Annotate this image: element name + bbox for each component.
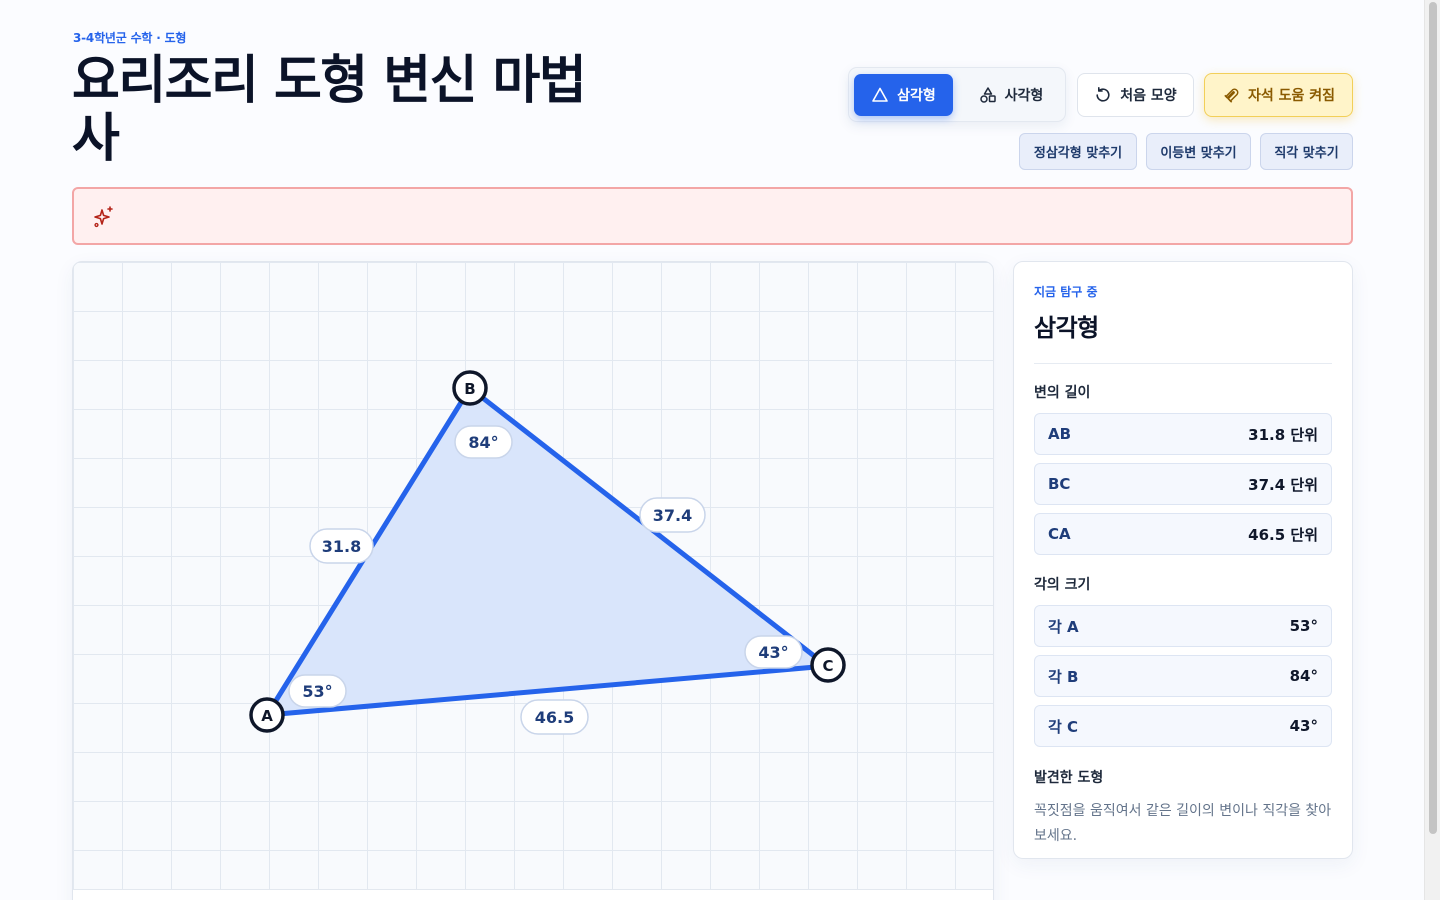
rotate-ccw-icon [1096, 87, 1110, 102]
vertex-handle-c[interactable]: C [810, 647, 846, 683]
angle-row-a: 각 A 53° [1034, 605, 1332, 647]
found-shapes-text: 꼭짓점을 움직여서 같은 길이의 변이나 직각을 찾아보세요. [1034, 803, 1332, 844]
canvas-footer [73, 889, 993, 900]
panel-divider [1034, 363, 1332, 364]
svg-text:A: A [261, 707, 273, 725]
svg-text:31.8: 31.8 [322, 537, 361, 556]
svg-text:43°: 43° [758, 643, 788, 662]
angle-label-c: 43° [744, 635, 803, 669]
panel-eyebrow: 지금 탐구 중 [1034, 285, 1098, 299]
mode-triangle-label: 삼각형 [897, 88, 936, 104]
angle-row-c: 각 C 43° [1034, 705, 1332, 747]
info-panel: 지금 탐구 중 삼각형 변의 길이 AB 31.8 단위 BC 37.4 단위 … [1013, 261, 1353, 859]
mode-quadrilateral-label: 사각형 [1004, 88, 1044, 104]
panel-title: 삼각형 [1034, 314, 1099, 342]
angle-value: 43° [1289, 717, 1318, 735]
vertex-handle-a[interactable]: A [249, 697, 285, 733]
page-title: 요리조리 도형 변신 마법사 [72, 51, 587, 169]
angle-label-b: 84° [454, 425, 513, 459]
chip-equilateral[interactable]: 정삼각형 맞추기 [1019, 133, 1137, 170]
side-value: 46.5 단위 [1248, 525, 1318, 544]
edge-label-ab: 31.8 [309, 528, 374, 564]
side-name: BC [1048, 475, 1071, 493]
side-value: 31.8 단위 [1248, 425, 1318, 444]
found-section-label: 발견한 도형 [1034, 770, 1104, 786]
angle-row-b: 각 B 84° [1034, 655, 1332, 697]
edge-label-bc: 37.4 [639, 497, 706, 533]
magnet-icon [1224, 88, 1239, 103]
svg-text:46.5: 46.5 [535, 708, 574, 727]
side-row-ab: AB 31.8 단위 [1034, 413, 1332, 455]
angle-label-a: 53° [288, 674, 347, 708]
shapes-icon [979, 87, 996, 103]
svg-text:84°: 84° [468, 433, 498, 452]
angle-value: 84° [1289, 667, 1318, 685]
chip-right-angle[interactable]: 직각 맞추기 [1260, 133, 1353, 170]
sides-section-label: 변의 길이 [1034, 385, 1091, 401]
magnet-toggle-label: 자석 도움 켜짐 [1247, 88, 1336, 104]
triangle-icon [872, 87, 888, 102]
magnet-toggle-button[interactable]: 자석 도움 켜짐 [1204, 73, 1353, 117]
chip-isosceles[interactable]: 이등변 맞추기 [1146, 133, 1251, 170]
page-scrollbar[interactable] [1424, 0, 1440, 900]
angle-name: 각 A [1048, 617, 1079, 636]
svg-text:C: C [822, 657, 833, 675]
mode-quadrilateral-button[interactable]: 사각형 [961, 74, 1061, 116]
svg-text:53°: 53° [302, 682, 332, 701]
side-value: 37.4 단위 [1248, 475, 1318, 494]
side-row-ca: CA 46.5 단위 [1034, 513, 1332, 555]
side-name: AB [1048, 425, 1072, 443]
angle-name: 각 C [1048, 717, 1079, 736]
course-eyebrow: 3-4학년군 수학 · 도형 [73, 31, 187, 45]
page: 3-4학년군 수학 · 도형 요리조리 도형 변신 마법사 삼각형 사각형 처음… [0, 0, 1440, 900]
vertex-handle-b[interactable]: B [452, 370, 488, 406]
svg-text:B: B [464, 380, 475, 398]
sparkles-icon [94, 206, 113, 228]
reset-shape-button[interactable]: 처음 모양 [1077, 73, 1194, 117]
scrollbar-thumb[interactable] [1429, 2, 1437, 834]
geometry-canvas[interactable]: 31.8 37.4 46.5 53° 84° 43° A B C [72, 261, 994, 900]
reset-shape-label: 처음 모양 [1120, 88, 1177, 104]
hint-banner [72, 187, 1353, 245]
side-name: CA [1048, 525, 1071, 543]
triangle-board: 31.8 37.4 46.5 53° 84° 43° A B C [249, 370, 846, 735]
shape-mode-toggle: 삼각형 사각형 [848, 67, 1066, 122]
svg-text:37.4: 37.4 [653, 506, 692, 525]
edge-label-ca: 46.5 [520, 699, 589, 735]
angle-name: 각 B [1048, 667, 1079, 686]
angle-value: 53° [1289, 617, 1318, 635]
angles-section-label: 각의 크기 [1034, 577, 1091, 593]
side-row-bc: BC 37.4 단위 [1034, 463, 1332, 505]
mode-triangle-button[interactable]: 삼각형 [854, 74, 953, 116]
